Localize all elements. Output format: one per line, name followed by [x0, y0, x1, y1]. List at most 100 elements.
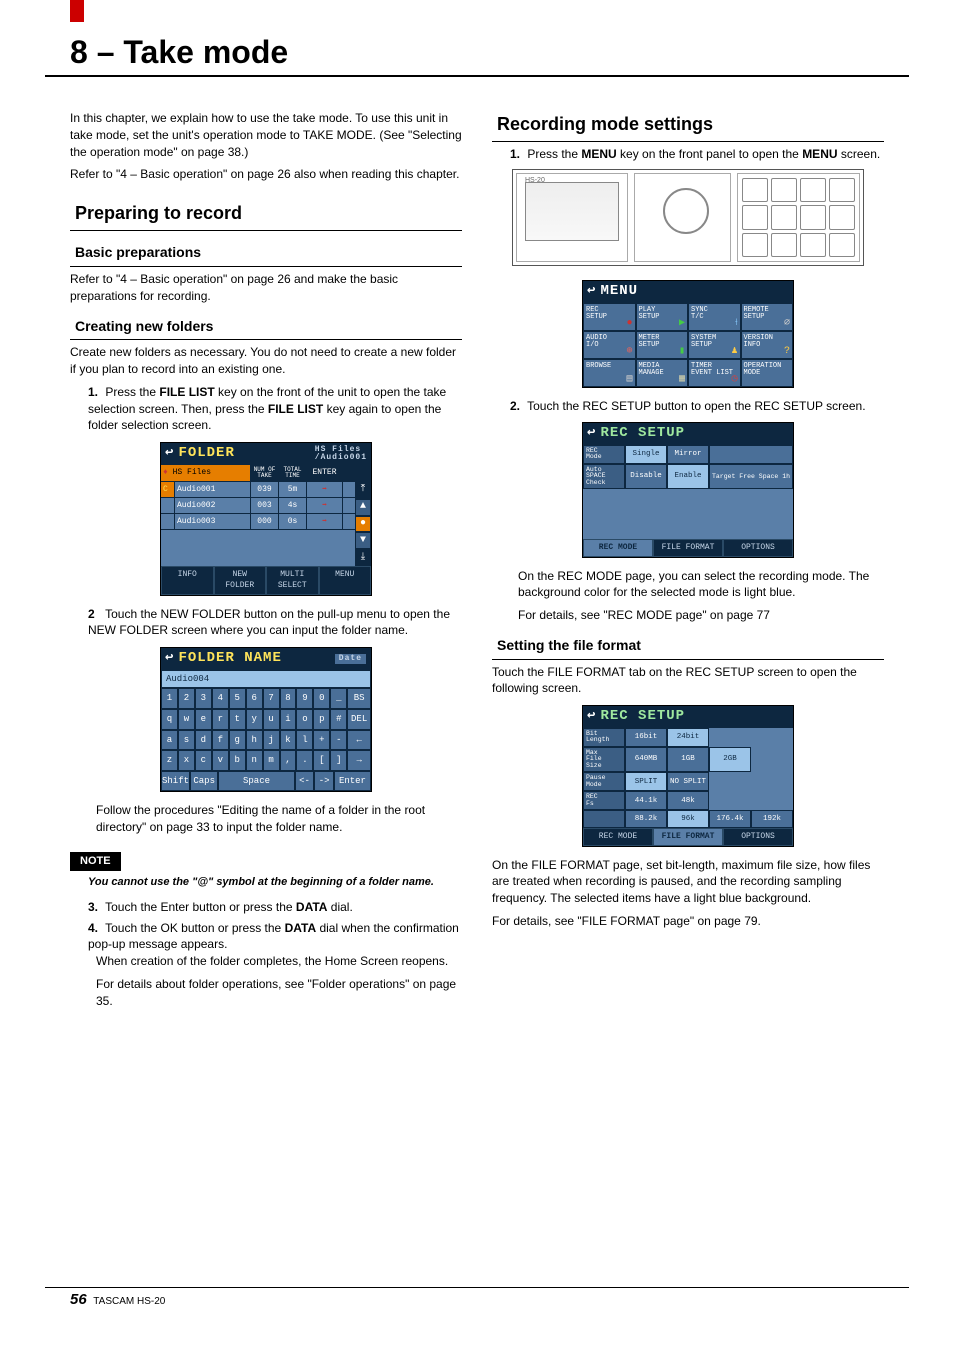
menu-item[interactable]: REMOTESETUP⌀	[741, 303, 794, 331]
option-button[interactable]: Mirror	[667, 445, 709, 464]
key[interactable]: 8	[280, 688, 297, 709]
key[interactable]: -	[330, 730, 347, 751]
key[interactable]: u	[263, 709, 280, 730]
option-button[interactable]: 192k	[751, 810, 793, 828]
name-input[interactable]: Audio004	[161, 670, 371, 689]
menu-item[interactable]: RECSETUP●	[583, 303, 636, 331]
enter-arrow-icon[interactable]: ➡	[307, 498, 343, 513]
key[interactable]: j	[263, 730, 280, 751]
enter-arrow-icon[interactable]: ➡	[307, 514, 343, 529]
folder-item[interactable]: Audio003	[175, 514, 251, 529]
key[interactable]: s	[178, 730, 195, 751]
key[interactable]: r	[212, 709, 229, 730]
key[interactable]: ,	[280, 750, 297, 771]
key[interactable]: m	[263, 750, 280, 771]
menu-item[interactable]: SYSTEMSETUP♟	[688, 331, 741, 359]
key[interactable]: f	[212, 730, 229, 751]
key[interactable]: 9	[296, 688, 313, 709]
space-key[interactable]: Space	[218, 771, 294, 792]
option-button[interactable]: 88.2k	[625, 810, 667, 828]
key[interactable]: q	[161, 709, 178, 730]
key[interactable]: i	[280, 709, 297, 730]
key[interactable]: y	[246, 709, 263, 730]
key[interactable]: ]	[330, 750, 347, 771]
shift-key[interactable]: Shift	[161, 771, 190, 792]
back-arrow-icon[interactable]: ↩	[587, 707, 596, 727]
key[interactable]: p	[313, 709, 330, 730]
menu-item[interactable]: MEDIAMANAGE▦	[636, 359, 689, 387]
key[interactable]: _	[330, 688, 347, 709]
back-arrow-icon[interactable]: ↩	[587, 424, 596, 444]
key[interactable]: t	[229, 709, 246, 730]
tab-rec-mode[interactable]: REC MODE	[583, 828, 653, 845]
key[interactable]: #	[330, 709, 347, 730]
key[interactable]: l	[296, 730, 313, 751]
key[interactable]: .	[296, 750, 313, 771]
key[interactable]: o	[296, 709, 313, 730]
option-button[interactable]: NO SPLIT	[667, 772, 709, 791]
option-button[interactable]: 96k	[667, 810, 709, 828]
menu-item[interactable]: TIMEREVENT LIST◷	[688, 359, 741, 387]
key[interactable]: e	[195, 709, 212, 730]
enter-button[interactable]: ENTER	[312, 467, 336, 478]
option-button[interactable]: 176.4k	[709, 810, 751, 828]
key[interactable]: DEL	[347, 709, 371, 730]
onscreen-keyboard[interactable]: 1234567890_BSqwertyuiop#DELasdfghjkl+-←z…	[161, 688, 371, 770]
option-button[interactable]: Disable	[625, 464, 667, 490]
menu-item[interactable]: VERSIONINFO?	[741, 331, 794, 359]
date-button[interactable]: Date	[334, 653, 367, 665]
key[interactable]: 2	[178, 688, 195, 709]
new-folder-button[interactable]: NEW FOLDER	[214, 566, 267, 594]
key[interactable]: +	[313, 730, 330, 751]
key[interactable]: 5	[229, 688, 246, 709]
key[interactable]: h	[246, 730, 263, 751]
key[interactable]: w	[178, 709, 195, 730]
menu-item[interactable]: PLAYSETUP▶	[636, 303, 689, 331]
key[interactable]: a	[161, 730, 178, 751]
key[interactable]: c	[195, 750, 212, 771]
key[interactable]: 3	[195, 688, 212, 709]
option-button[interactable]: 16bit	[625, 728, 667, 747]
right-key[interactable]: ->	[314, 771, 334, 792]
menu-item[interactable]: AUDIOI/O⊛	[583, 331, 636, 359]
caps-key[interactable]: Caps	[190, 771, 218, 792]
tab-rec-mode[interactable]: REC MODE	[583, 539, 653, 556]
scrollbar[interactable]: ⤒ ▲ ● ▼ ⤓	[355, 482, 371, 567]
key[interactable]: x	[178, 750, 195, 771]
back-arrow-icon[interactable]: ↩	[165, 444, 174, 464]
info-button[interactable]: INFO	[161, 566, 214, 594]
option-button[interactable]: 44.1k	[625, 791, 667, 810]
multi-select-button[interactable]: MULTI SELECT	[266, 566, 319, 594]
option-button[interactable]: 2GB	[709, 747, 751, 773]
key[interactable]: b	[229, 750, 246, 771]
tab-file-format[interactable]: FILE FORMAT	[653, 539, 723, 556]
menu-button[interactable]: MENU	[319, 566, 372, 594]
key[interactable]: k	[280, 730, 297, 751]
option-button[interactable]: 24bit	[667, 728, 709, 747]
enter-arrow-icon[interactable]: ➡	[307, 482, 343, 497]
key[interactable]: d	[195, 730, 212, 751]
key[interactable]: 4	[212, 688, 229, 709]
key[interactable]: →	[347, 750, 371, 771]
key[interactable]: BS	[347, 688, 371, 709]
back-arrow-icon[interactable]: ↩	[165, 649, 174, 669]
key[interactable]: n	[246, 750, 263, 771]
key[interactable]: v	[212, 750, 229, 771]
option-button[interactable]: 48k	[667, 791, 709, 810]
key[interactable]: [	[313, 750, 330, 771]
key[interactable]: 1	[161, 688, 178, 709]
menu-item[interactable]: OPERATIONMODE	[741, 359, 794, 387]
option-button[interactable]: 1GB	[667, 747, 709, 773]
key[interactable]: z	[161, 750, 178, 771]
left-key[interactable]: <-	[295, 771, 315, 792]
tab-options[interactable]: OPTIONS	[723, 828, 793, 845]
tab-options[interactable]: OPTIONS	[723, 539, 793, 556]
folder-item[interactable]: Audio002	[175, 498, 251, 513]
key[interactable]: 6	[246, 688, 263, 709]
enter-key[interactable]: Enter	[334, 771, 371, 792]
option-button[interactable]: Enable	[667, 464, 709, 490]
option-button[interactable]: 640MB	[625, 747, 667, 773]
key[interactable]: ←	[347, 730, 371, 751]
option-button[interactable]: Single	[625, 445, 667, 464]
menu-item[interactable]: METERSETUP▮	[636, 331, 689, 359]
